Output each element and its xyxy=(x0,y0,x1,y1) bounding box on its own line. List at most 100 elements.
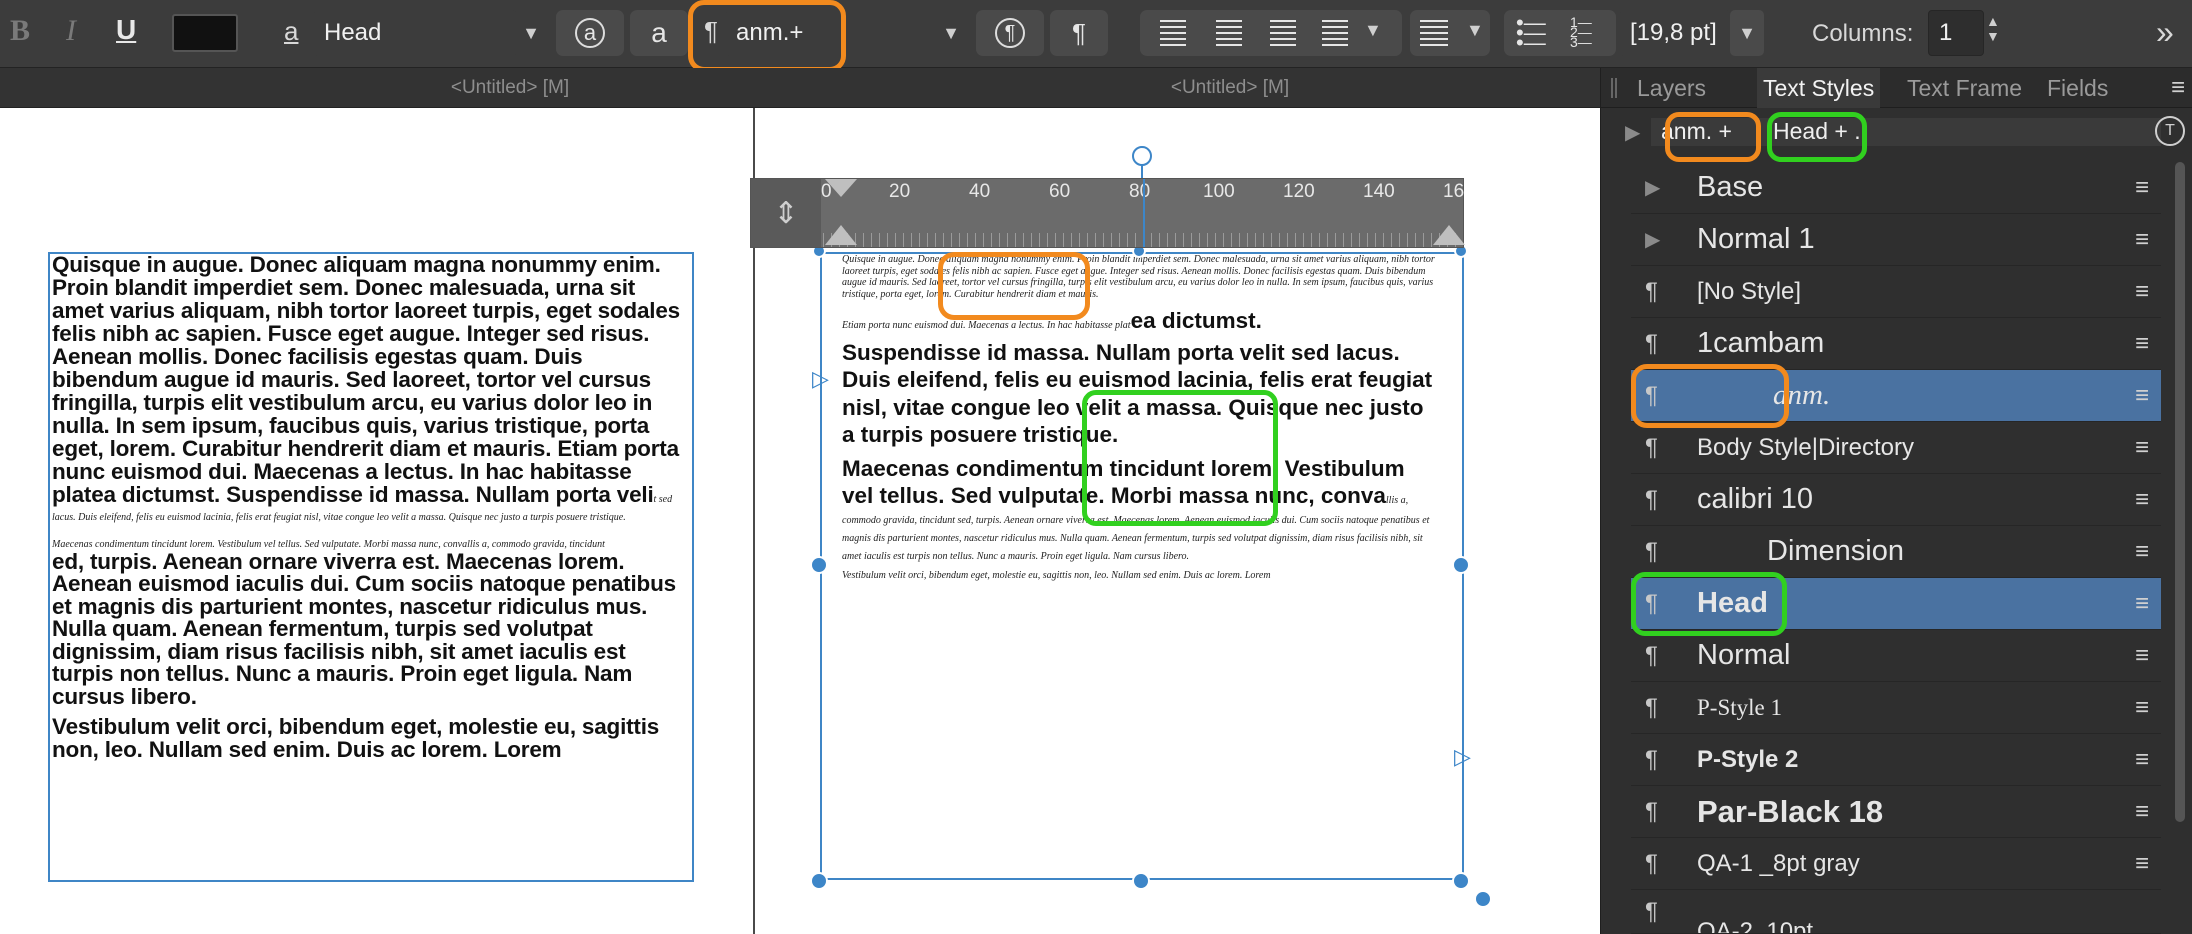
resize-handle-bottom-mid[interactable] xyxy=(1132,872,1150,890)
numbered-list-icon[interactable]: 1— 2— 3— xyxy=(1570,15,1592,49)
row-menu-icon[interactable]: ≡ xyxy=(2135,642,2149,670)
paragraph-button[interactable]: ¶ xyxy=(1050,10,1108,56)
character-style-dropdown-icon[interactable]: ▼ xyxy=(514,10,548,56)
vertical-align-dropdown-icon[interactable]: ▼ xyxy=(1466,20,1484,41)
paragraph-circle-button[interactable]: ¶ xyxy=(976,10,1044,56)
ruler-tick-40: 40 xyxy=(969,181,991,202)
panel-menu-icon[interactable]: ≡ xyxy=(2171,74,2185,102)
style-label: P-Style 2 xyxy=(1697,745,1799,773)
row-menu-icon[interactable]: ≡ xyxy=(2135,174,2149,202)
row-menu-icon[interactable]: ≡ xyxy=(2135,798,2149,826)
panel-scrollbar[interactable] xyxy=(2175,162,2185,822)
style-row-1cambam[interactable]: ¶ 1cambam ≡ xyxy=(1631,318,2161,370)
resize-handle-bottom-left[interactable] xyxy=(810,872,828,890)
row-menu-icon[interactable]: ≡ xyxy=(2135,382,2149,410)
row-menu-icon[interactable]: ≡ xyxy=(2135,486,2149,514)
text-styles-panel: Layers Text Styles Text Frame Fields ≡ ▶… xyxy=(1600,68,2192,934)
style-row-p-style-2[interactable]: ¶ P-Style 2 ≡ xyxy=(1631,734,2161,786)
overflow-chevron-icon[interactable]: » xyxy=(2156,14,2174,51)
align-center-icon[interactable] xyxy=(1216,20,1242,46)
rotate-handle[interactable] xyxy=(1474,890,1492,908)
ruler-tick-160: 16 xyxy=(1443,181,1465,202)
ruler-handle-icon[interactable]: ⇕ xyxy=(751,179,821,247)
columns-stepper-icon[interactable]: ▲ ▼ xyxy=(1986,13,2000,45)
text-color-swatch[interactable] xyxy=(172,14,238,52)
style-label: Par-Black 18 xyxy=(1697,793,1884,829)
circled-pilcrow-icon: ¶ xyxy=(995,18,1025,48)
char-a-button[interactable]: a xyxy=(630,10,688,56)
tab-fields[interactable]: Fields xyxy=(2041,68,2114,108)
resize-handle-bottom-right[interactable] xyxy=(1452,872,1470,890)
pilcrow-icon: ¶ xyxy=(1645,849,1658,877)
breadcrumb-expand-icon[interactable]: ▶ xyxy=(1625,120,1640,145)
columns-label: Columns: xyxy=(1812,20,1914,47)
leading-dropdown-icon[interactable]: ▼ xyxy=(1730,10,1764,56)
document-tab-left[interactable]: <Untitled> [M] xyxy=(160,68,860,108)
green-highlight-breadcrumb xyxy=(1767,112,1867,162)
leading-field[interactable]: [19,8 pt] xyxy=(1620,10,1730,56)
resize-handle-mid-right[interactable] xyxy=(1452,556,1470,574)
expand-icon[interactable]: ▶ xyxy=(1645,175,1660,200)
style-row-normal[interactable]: ¶ Normal ≡ xyxy=(1631,630,2161,682)
left-frame-text-2: ed, turpis. Aenean ornare viverra est. M… xyxy=(52,548,676,709)
style-row-dimension[interactable]: ¶ Dimension ≡ xyxy=(1631,526,2161,578)
right-indent-marker-icon[interactable] xyxy=(1433,225,1465,245)
character-style-select[interactable]: Head xyxy=(314,10,516,56)
underline-button[interactable]: U xyxy=(116,14,136,46)
row-menu-icon[interactable]: ≡ xyxy=(2135,538,2149,566)
text-flow-in-icon[interactable]: ▷ xyxy=(812,366,829,392)
row-menu-icon[interactable]: ≡ xyxy=(2135,850,2149,878)
row-menu-icon[interactable]: ≡ xyxy=(2135,278,2149,306)
align-dropdown-icon[interactable]: ▼ xyxy=(1364,20,1382,41)
tab-text-frame[interactable]: Text Frame xyxy=(1901,68,2028,108)
ruler-tick-100: 100 xyxy=(1203,181,1235,202)
resize-handle-mid-left[interactable] xyxy=(810,556,828,574)
toolbar: B I U a Head ▼ a a ¶ anm.+ ▼ ¶ ¶ ▼ ▼ •— •… xyxy=(0,0,2192,72)
paragraph-style-dropdown-icon[interactable]: ▼ xyxy=(934,10,968,56)
style-row-p-style-1[interactable]: ¶ P-Style 1 ≡ xyxy=(1631,682,2161,734)
tab-layers[interactable]: Layers xyxy=(1631,68,1712,108)
row-menu-icon[interactable]: ≡ xyxy=(2135,226,2149,254)
tab-text-styles[interactable]: Text Styles xyxy=(1757,68,1881,108)
align-left-icon[interactable] xyxy=(1160,20,1186,46)
left-indent-marker-icon[interactable] xyxy=(825,179,857,197)
expand-icon[interactable]: ▶ xyxy=(1645,227,1660,252)
row-menu-icon[interactable]: ≡ xyxy=(2135,590,2149,618)
green-highlight-canvas xyxy=(1082,390,1278,526)
bullet-list-icon[interactable]: •— •— •— xyxy=(1516,12,1546,54)
style-row-calibri-10[interactable]: ¶ calibri 10 ≡ xyxy=(1631,474,2161,526)
columns-value: 1 xyxy=(1939,19,1953,46)
row-menu-icon[interactable]: ≡ xyxy=(2135,330,2149,358)
tab-ruler[interactable]: ⇕ 0 20 40 60 80 100 120 140 16 xyxy=(750,178,1465,248)
style-row-body-style-directory[interactable]: ¶ Body Style|Directory ≡ xyxy=(1631,422,2161,474)
left-text-frame[interactable]: Quisque in augue. Donec aliquam magna no… xyxy=(48,252,694,882)
style-row-qa-1[interactable]: ¶ QA-1 _8pt gray ≡ xyxy=(1631,838,2161,890)
row-menu-icon[interactable]: ≡ xyxy=(2135,694,2149,722)
style-row-par-black-18[interactable]: ¶ Par-Black 18 ≡ xyxy=(1631,786,2161,838)
text-flow-out-icon[interactable]: ▷ xyxy=(1454,744,1471,770)
character-style-icon: a xyxy=(284,16,299,46)
row-menu-icon[interactable]: ≡ xyxy=(2135,746,2149,774)
text-style-options-icon[interactable]: T xyxy=(2155,116,2185,146)
style-row-qa-2[interactable]: ¶ QA-2_10pt... xyxy=(1631,890,2161,934)
panel-tabs: Layers Text Styles Text Frame Fields ≡ xyxy=(1601,68,2192,108)
style-row-no-style[interactable]: ¶ [No Style] ≡ xyxy=(1631,266,2161,318)
style-row-base[interactable]: ▶ Base ≡ xyxy=(1631,162,2161,214)
bold-button[interactable]: B xyxy=(10,14,30,48)
pilcrow-icon: ¶ xyxy=(1645,277,1658,305)
pilcrow-icon: ¶ xyxy=(1645,641,1658,669)
align-justify-icon[interactable] xyxy=(1322,20,1348,46)
right-text-frame[interactable]: Quisque in augue. Donec aliquam magna no… xyxy=(820,252,1464,880)
italic-button[interactable]: I xyxy=(66,14,76,48)
row-menu-icon[interactable]: ≡ xyxy=(2135,434,2149,462)
circle-a-button[interactable]: a xyxy=(556,10,624,56)
columns-field[interactable]: 1 xyxy=(1928,10,1984,56)
document-tab-right[interactable]: <Untitled> [M] xyxy=(860,68,1600,108)
vertical-align-icon[interactable] xyxy=(1420,20,1448,46)
align-right-icon[interactable] xyxy=(1270,20,1296,46)
rotation-handle-top[interactable] xyxy=(1132,146,1152,166)
panel-grip-icon[interactable] xyxy=(1611,78,1617,98)
first-indent-marker-icon[interactable] xyxy=(825,225,857,245)
orange-highlight-canvas xyxy=(938,252,1090,320)
style-row-normal-1[interactable]: ▶ Normal 1 ≡ xyxy=(1631,214,2161,266)
